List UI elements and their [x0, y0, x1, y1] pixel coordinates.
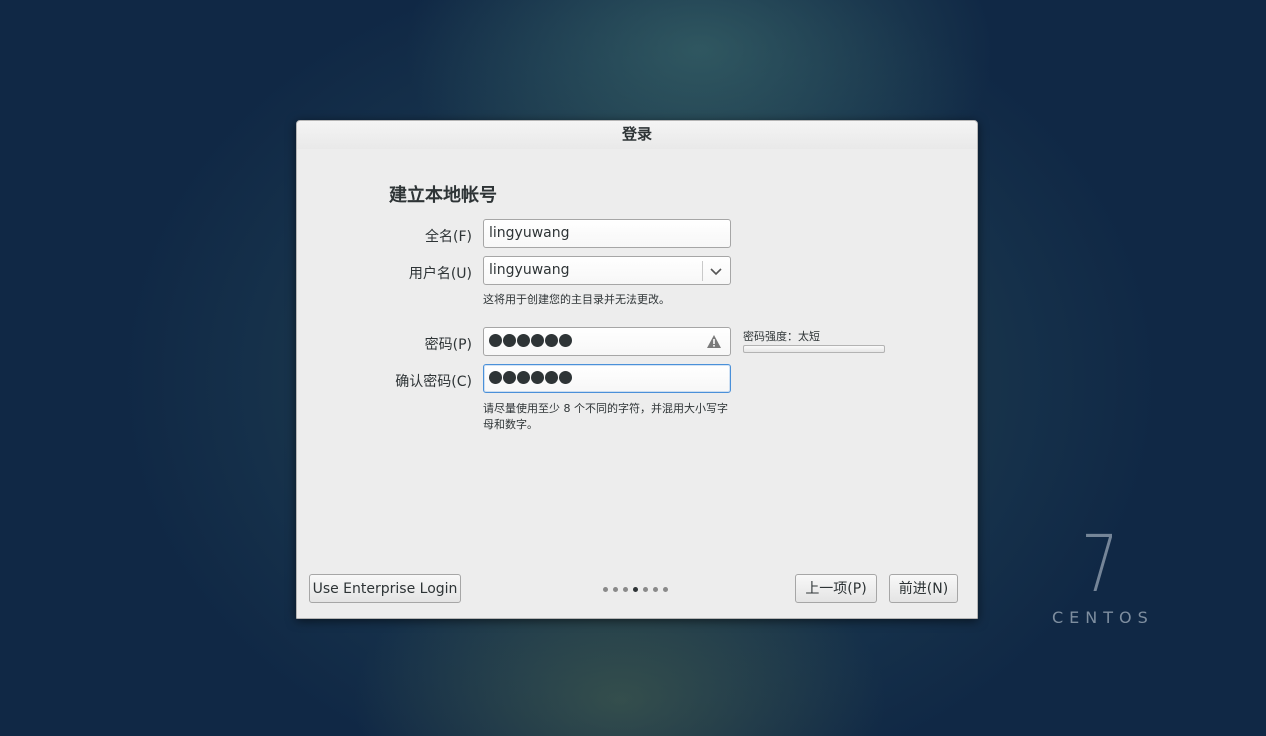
password-input[interactable] [483, 327, 731, 356]
mask-dot [517, 371, 530, 384]
section-heading: 建立本地帐号 [389, 185, 497, 206]
password-label: 密码(P) [424, 337, 472, 353]
combo-separator [702, 261, 703, 281]
fullname-input[interactable]: lingyuwang [483, 219, 731, 248]
page-indicator [603, 587, 673, 593]
password-strength-label: 密码强度：太短 [743, 330, 820, 343]
password-mask [489, 334, 573, 353]
mask-dot [531, 334, 544, 347]
mask-dot [489, 334, 502, 347]
mask-dot [503, 334, 516, 347]
confirm-password-mask [489, 371, 573, 390]
password-hint: 请尽量使用至少 8 个不同的字符，并混用大小写字母和数字。 [483, 402, 728, 431]
mask-dot [559, 334, 572, 347]
page-dot [643, 587, 648, 592]
mask-dot [545, 371, 558, 384]
centos-wordmark: CENTOS [1052, 608, 1154, 627]
mask-dot [489, 371, 502, 384]
password-strength-bar [743, 345, 885, 353]
mask-dot [531, 371, 544, 384]
page-dot [603, 587, 608, 592]
username-hint: 这将用于创建您的主目录并无法更改。 [483, 293, 670, 306]
page-dot [663, 587, 668, 592]
username-label: 用户名(U) [408, 266, 472, 282]
username-combo[interactable]: lingyuwang [483, 256, 731, 285]
fullname-label: 全名(F) [425, 229, 472, 245]
page-dot [633, 587, 638, 592]
username-value: lingyuwang [489, 262, 570, 278]
mask-dot [503, 371, 516, 384]
mask-dot [545, 334, 558, 347]
confirm-label: 确认密码(C) [395, 374, 472, 390]
chevron-down-icon[interactable] [706, 261, 726, 281]
page-dot [613, 587, 618, 592]
page-dot [623, 587, 628, 592]
confirm-password-input[interactable] [483, 364, 731, 393]
page-dot [653, 587, 658, 592]
mask-dot [517, 334, 530, 347]
warning-icon [706, 334, 722, 349]
fullname-value: lingyuwang [489, 225, 570, 241]
next-button[interactable]: 前进(N) [889, 574, 958, 603]
mask-dot [559, 371, 572, 384]
back-button[interactable]: 上一项(P) [795, 574, 877, 603]
centos-version-number: 7 [1081, 520, 1119, 610]
account-dialog: 登录 建立本地帐号 全名(F) lingyuwang 用户名(U) lingyu… [296, 120, 978, 619]
enterprise-login-button[interactable]: Use Enterprise Login [309, 574, 461, 603]
dialog-title: 登录 [297, 121, 977, 149]
